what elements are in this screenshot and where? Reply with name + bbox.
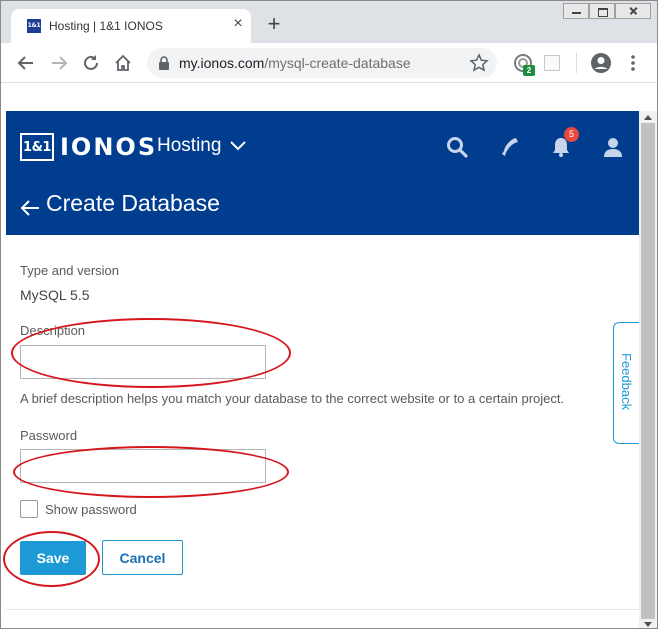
lock-icon [159,56,169,70]
ionos-header: 1&1 IONOS Hosting 5 [6,111,639,181]
home-icon[interactable] [111,51,135,75]
address-bar[interactable]: my.ionos.com/mysql-create-database [147,48,497,78]
browser-toolbar: my.ionos.com/mysql-create-database 2 [1,43,657,83]
annotation-circle-description [11,318,291,388]
ionos-favicon-icon: 1&1 [27,19,41,33]
scroll-thumb[interactable] [641,123,655,619]
chevron-down-icon [230,141,247,151]
new-tab-icon[interactable]: + [263,13,285,36]
user-icon[interactable] [601,135,625,159]
password-label: Password [20,428,78,443]
forward-arrow-icon[interactable] [47,51,71,75]
page-title-bar: Create Database [6,181,639,235]
extension-badge: 2 [523,65,535,76]
scroll-down-arrow-icon[interactable] [639,619,657,628]
url-text: my.ionos.com/mysql-create-database [179,55,411,71]
cancel-button[interactable]: Cancel [102,540,183,575]
phone-icon[interactable] [498,135,522,159]
search-icon[interactable] [445,135,469,159]
tab-strip: 1&1 Hosting | 1&1 IONOS × + [1,1,657,43]
window-close-button[interactable] [615,3,651,19]
reload-icon[interactable] [79,51,103,75]
notification-badge: 5 [564,127,579,142]
scroll-up-arrow-icon[interactable] [639,111,657,123]
page-title: Create Database [46,190,220,216]
extension-blank-icon[interactable] [544,55,560,71]
menu-kebab-icon[interactable] [623,52,643,74]
logo-text: IONOS [60,133,158,161]
page-scrollbar[interactable] [639,111,657,628]
window-minimize-button[interactable] [563,3,589,19]
type-version-value: MySQL 5.5 [20,287,90,303]
ionos-logo[interactable]: 1&1 IONOS [20,132,157,162]
logo-mark: 1&1 [20,133,54,161]
page-viewport: 1&1 IONOS Hosting 5 Create Database Type… [1,83,639,628]
annotation-circle-password [13,446,289,498]
description-helper-text: A brief description helps you match your… [20,391,565,406]
tab-close-icon[interactable]: × [229,15,247,33]
annotation-circle-save [3,531,100,587]
product-switcher[interactable]: Hosting [157,135,247,157]
browser-tab[interactable]: 1&1 Hosting | 1&1 IONOS × [11,9,251,43]
bookmark-star-icon[interactable] [469,53,489,73]
back-arrow-icon[interactable] [19,197,41,219]
back-arrow-icon[interactable] [14,51,38,75]
show-password-checkbox[interactable] [20,500,38,518]
browser-window: 1&1 Hosting | 1&1 IONOS × + my.ionos.com… [0,0,658,629]
show-password-label: Show password [45,502,137,517]
tab-title: Hosting | 1&1 IONOS [49,19,163,33]
product-label: Hosting [157,135,222,156]
feedback-tab[interactable]: Feedback [613,322,639,444]
window-maximize-button[interactable] [589,3,615,19]
page-divider [6,609,639,610]
profile-icon[interactable] [590,52,612,74]
feedback-label: Feedback [619,353,634,411]
type-version-label: Type and version [20,263,120,278]
toolbar-divider [576,53,577,73]
